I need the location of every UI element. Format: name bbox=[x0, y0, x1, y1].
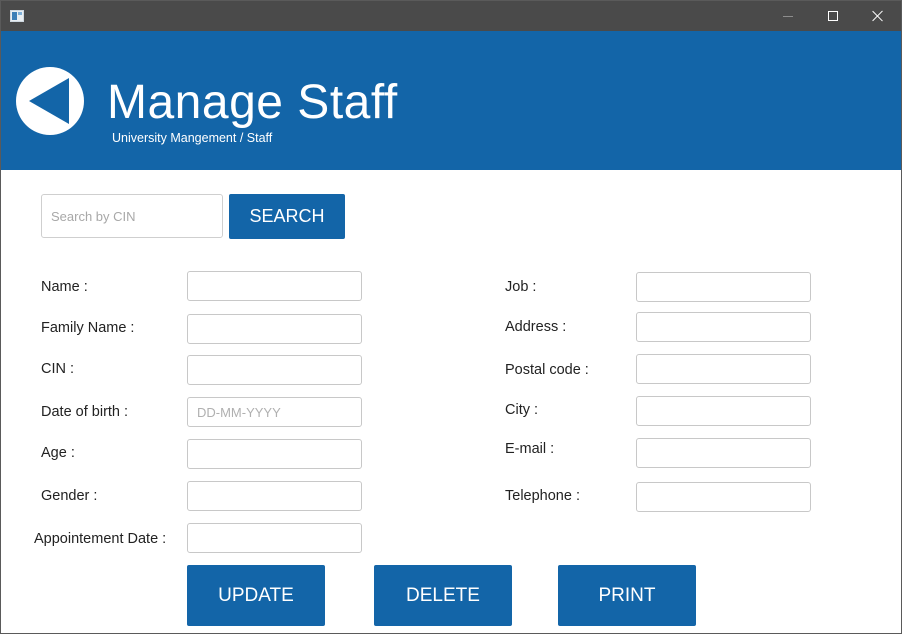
app-window: Manage Staff University Mangement / Staf… bbox=[0, 0, 902, 634]
appointement-date-field[interactable] bbox=[187, 523, 362, 553]
telephone-field[interactable] bbox=[636, 482, 811, 512]
name-label: Name : bbox=[41, 279, 88, 295]
minimize-icon bbox=[783, 15, 793, 17]
delete-button[interactable]: DELETE bbox=[374, 565, 512, 626]
gender-field[interactable] bbox=[187, 481, 362, 511]
page-title: Manage Staff bbox=[107, 76, 398, 129]
age-field[interactable] bbox=[187, 439, 362, 469]
close-button[interactable] bbox=[855, 1, 901, 31]
maximize-button[interactable] bbox=[810, 1, 856, 31]
job-field[interactable] bbox=[636, 272, 811, 302]
city-field[interactable] bbox=[636, 396, 811, 426]
address-field[interactable] bbox=[636, 312, 811, 342]
date-of-birth-label: Date of birth : bbox=[41, 404, 129, 420]
breadcrumb: University Mangement / Staff bbox=[112, 131, 273, 145]
gender-label: Gender : bbox=[41, 488, 98, 504]
family-name-label: Family Name : bbox=[41, 320, 135, 336]
search-input[interactable] bbox=[41, 194, 223, 238]
family-name-field[interactable] bbox=[187, 314, 362, 344]
address-label: Address : bbox=[505, 319, 567, 335]
minimize-button[interactable] bbox=[765, 1, 811, 31]
back-button[interactable] bbox=[16, 67, 84, 135]
name-field[interactable] bbox=[187, 271, 362, 301]
back-arrow-icon bbox=[29, 78, 69, 124]
job-label: Job : bbox=[505, 279, 537, 295]
email-field[interactable] bbox=[636, 438, 811, 468]
update-button[interactable]: UPDATE bbox=[187, 565, 325, 626]
title-bar bbox=[1, 1, 901, 31]
appointement-date-label: Appointement Date : bbox=[34, 531, 167, 547]
email-label: E-mail : bbox=[505, 441, 555, 457]
telephone-label: Telephone : bbox=[505, 488, 580, 504]
city-label: City : bbox=[505, 402, 539, 418]
close-icon bbox=[872, 10, 884, 22]
maximize-icon bbox=[828, 11, 838, 21]
age-label: Age : bbox=[41, 445, 75, 461]
cin-field[interactable] bbox=[187, 355, 362, 385]
page-header: Manage Staff University Mangement / Staf… bbox=[1, 31, 901, 170]
postal-code-label: Postal code : bbox=[505, 362, 589, 378]
date-of-birth-field[interactable] bbox=[187, 397, 362, 427]
postal-code-field[interactable] bbox=[636, 354, 811, 384]
app-icon bbox=[10, 10, 24, 22]
print-button[interactable]: PRINT bbox=[558, 565, 696, 626]
cin-label: CIN : bbox=[41, 361, 75, 377]
search-button[interactable]: SEARCH bbox=[229, 194, 345, 239]
